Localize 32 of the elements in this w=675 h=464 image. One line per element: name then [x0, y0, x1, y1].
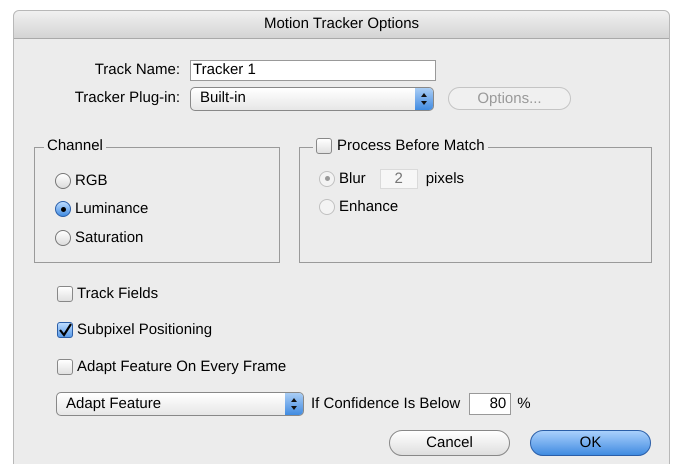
- percent-label: %: [517, 394, 531, 414]
- radio-label: Saturation: [75, 228, 144, 248]
- threshold-field[interactable]: 80: [469, 393, 512, 415]
- ok-button[interactable]: OK: [530, 430, 651, 456]
- checkbox[interactable]: [57, 322, 73, 338]
- track-name-field[interactable]: Tracker 1: [190, 60, 436, 81]
- popup-value: Adapt Feature: [66, 394, 162, 414]
- cancel-button[interactable]: Cancel: [389, 430, 510, 456]
- checkbox[interactable]: [57, 358, 73, 375]
- stepper-arrows-icon: [415, 88, 433, 110]
- unit-label: pixels: [426, 168, 464, 188]
- adapt-popup[interactable]: Adapt Feature: [56, 392, 304, 416]
- radio-button[interactable]: [55, 201, 71, 218]
- checkbox[interactable]: [57, 286, 73, 302]
- radio-button[interactable]: [55, 172, 71, 189]
- field-label: Tracker Plug-in:: [74, 88, 181, 108]
- checkbox-label: Adapt Feature On Every Frame: [77, 356, 286, 376]
- popup-value: Built-in: [200, 88, 246, 108]
- checkbox-label: Track Fields: [77, 284, 158, 304]
- radio-label: RGB: [75, 170, 108, 190]
- window-title: Motion Tracker Options: [264, 14, 420, 34]
- radio-label: Enhance: [339, 197, 398, 217]
- radio-label: Luminance: [75, 199, 148, 219]
- checkbox-label: Subpixel Positioning: [77, 320, 212, 340]
- checkbox[interactable]: [316, 138, 332, 154]
- field-label: Track Name:: [94, 60, 181, 80]
- stepper-arrows-icon: [285, 393, 303, 415]
- checkbox-label: Process Before Match: [337, 136, 485, 154]
- confidence-label: If Confidence Is Below: [311, 394, 460, 414]
- radio-label: Blur: [339, 168, 366, 188]
- radio-button[interactable]: [55, 230, 71, 246]
- plugin-popup[interactable]: Built-in: [190, 86, 434, 110]
